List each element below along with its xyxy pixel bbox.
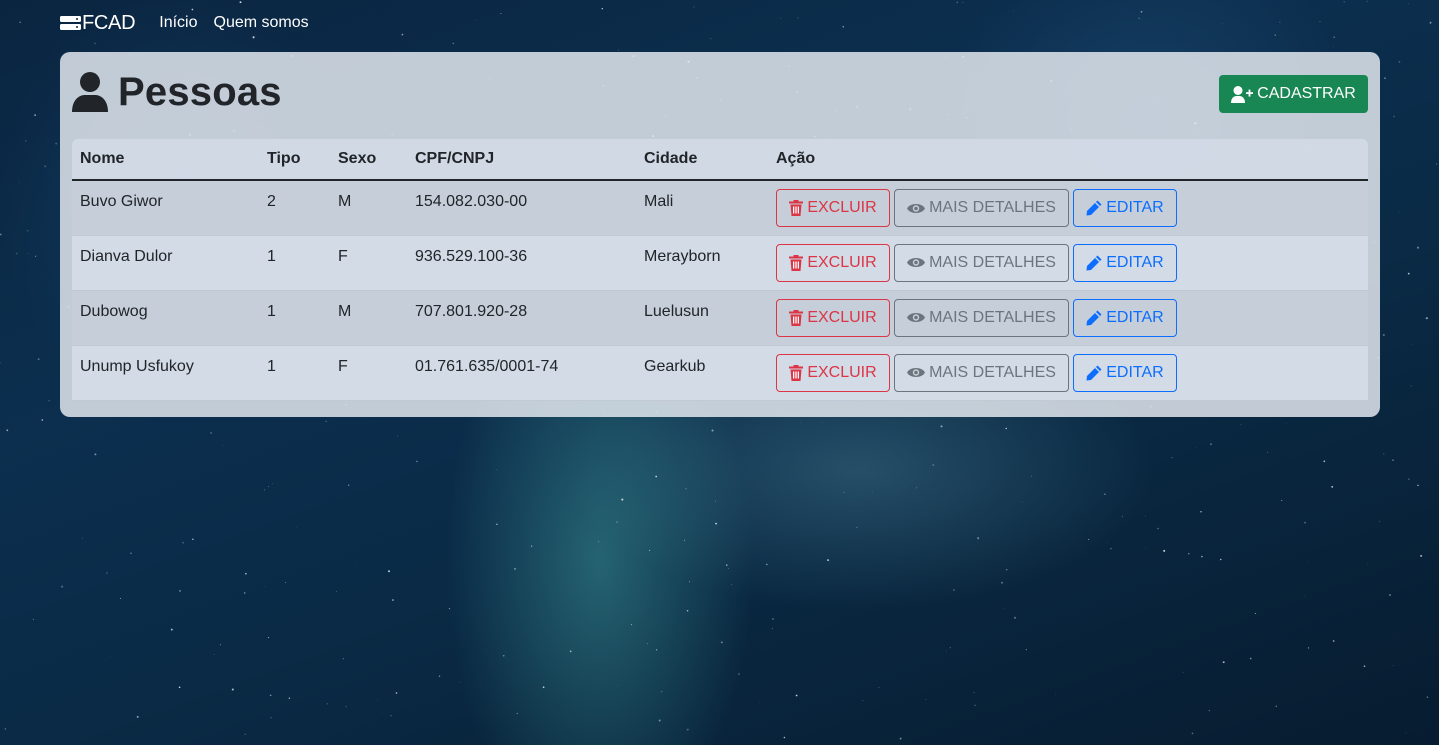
pencil-icon [1086, 255, 1102, 270]
cell-cpf-cnpj: 936.529.100-36 [407, 235, 636, 291]
nav-link-inicio[interactable]: Início [159, 14, 197, 32]
excluir-label: EXCLUIR [807, 253, 877, 271]
cell-acao: EXCLUIR MAIS DETALHES EDITAR [768, 180, 1368, 236]
cadastrar-button[interactable]: CADASTRAR [1219, 75, 1368, 113]
column-header-nome: Nome [72, 139, 259, 181]
table-header-row: Nome Tipo Sexo CPF/CNPJ Cidade Ação [72, 139, 1368, 181]
pessoas-table: Nome Tipo Sexo CPF/CNPJ Cidade Ação Buvo… [72, 139, 1368, 401]
table-row: Buvo Giwor 2 M 154.082.030-00 Mali EXCLU… [72, 180, 1368, 236]
cell-sexo: F [330, 235, 407, 291]
table-row: Dianva Dulor 1 F 936.529.100-36 Meraybor… [72, 235, 1368, 291]
cell-sexo: M [330, 290, 407, 346]
editar-button[interactable]: EDITAR [1073, 353, 1177, 392]
pencil-icon [1086, 200, 1102, 216]
cell-cidade: Gearkub [636, 345, 768, 401]
eye-icon [907, 258, 926, 267]
eye-icon [907, 368, 926, 377]
cell-sexo: M [330, 180, 407, 236]
column-header-cpf-cnpj: CPF/CNPJ [407, 139, 636, 181]
cell-tipo: 1 [259, 290, 330, 346]
editar-label: EDITAR [1106, 253, 1164, 271]
editar-label: EDITAR [1106, 363, 1164, 381]
cell-nome: Buvo Giwor [72, 180, 259, 236]
page-title: Pessoas [118, 69, 282, 114]
card-header: Pessoas [72, 70, 282, 114]
cell-tipo: 2 [259, 180, 330, 236]
editar-button[interactable]: EDITAR [1073, 298, 1177, 337]
trash-icon [789, 364, 804, 381]
user-icon [72, 72, 108, 112]
cell-acao: EXCLUIR MAIS DETALHES EDITAR [768, 235, 1368, 291]
excluir-label: EXCLUIR [807, 363, 877, 381]
editar-button[interactable]: EDITAR [1073, 243, 1177, 282]
editar-button[interactable]: EDITAR [1073, 189, 1177, 227]
server-icon [60, 16, 81, 30]
cell-cpf-cnpj: 01.761.635/0001-74 [407, 345, 636, 401]
mais-detalhes-button[interactable]: MAIS DETALHES [894, 243, 1069, 282]
pessoas-table-container: Nome Tipo Sexo CPF/CNPJ Cidade Ação Buvo… [72, 139, 1368, 401]
excluir-button[interactable]: EXCLUIR [776, 353, 890, 392]
cell-nome: Unump Usfukoy [72, 345, 259, 401]
mais-detalhes-button[interactable]: MAIS DETALHES [894, 298, 1069, 337]
column-header-cidade: Cidade [636, 139, 768, 181]
cell-nome: Dubowog [72, 290, 259, 346]
column-header-acao: Ação [768, 139, 1368, 181]
brand-name: FCAD [82, 11, 136, 34]
eye-icon [907, 313, 926, 322]
cell-cpf-cnpj: 707.801.920-28 [407, 290, 636, 346]
nav-link-quem-somos[interactable]: Quem somos [214, 14, 309, 32]
pencil-icon [1086, 310, 1102, 325]
table-row: Dubowog 1 M 707.801.920-28 Luelusun EXCL… [72, 290, 1368, 346]
cell-sexo: F [330, 345, 407, 401]
brand-logo[interactable]: FCAD [60, 11, 136, 35]
mais-detalhes-button[interactable]: MAIS DETALHES [894, 189, 1069, 227]
cell-tipo: 1 [259, 235, 330, 291]
cell-cidade: Luelusun [636, 290, 768, 346]
mais-detalhes-label: MAIS DETALHES [929, 363, 1056, 381]
column-header-tipo: Tipo [259, 139, 330, 181]
user-plus-icon [1231, 85, 1254, 103]
excluir-button[interactable]: EXCLUIR [776, 243, 890, 282]
cell-acao: EXCLUIR MAIS DETALHES EDITAR [768, 345, 1368, 401]
excluir-button[interactable]: EXCLUIR [776, 189, 890, 227]
cell-cpf-cnpj: 154.082.030-00 [407, 180, 636, 236]
editar-label: EDITAR [1106, 308, 1164, 326]
excluir-label: EXCLUIR [807, 199, 877, 216]
table-row: Unump Usfukoy 1 F 01.761.635/0001-74 Gea… [72, 345, 1368, 401]
cell-nome: Dianva Dulor [72, 235, 259, 291]
column-header-sexo: Sexo [330, 139, 407, 181]
trash-icon [789, 309, 804, 326]
trash-icon [789, 200, 804, 216]
editar-label: EDITAR [1106, 199, 1164, 216]
cadastrar-label: CADASTRAR [1257, 85, 1356, 102]
cell-cidade: Mali [636, 180, 768, 236]
excluir-label: EXCLUIR [807, 308, 877, 326]
cell-tipo: 1 [259, 345, 330, 401]
mais-detalhes-label: MAIS DETALHES [929, 199, 1056, 216]
mais-detalhes-label: MAIS DETALHES [929, 253, 1056, 271]
cell-cidade: Merayborn [636, 235, 768, 291]
trash-icon [789, 254, 804, 271]
cell-acao: EXCLUIR MAIS DETALHES EDITAR [768, 290, 1368, 346]
mais-detalhes-button[interactable]: MAIS DETALHES [894, 353, 1069, 392]
mais-detalhes-label: MAIS DETALHES [929, 308, 1056, 326]
eye-icon [907, 203, 926, 213]
excluir-button[interactable]: EXCLUIR [776, 298, 890, 337]
navbar: FCAD Início Quem somos [60, 10, 325, 36]
pessoas-card: Pessoas CADASTRAR Nome Tipo Sexo CPF/CNP… [60, 52, 1380, 417]
pencil-icon [1086, 365, 1102, 380]
